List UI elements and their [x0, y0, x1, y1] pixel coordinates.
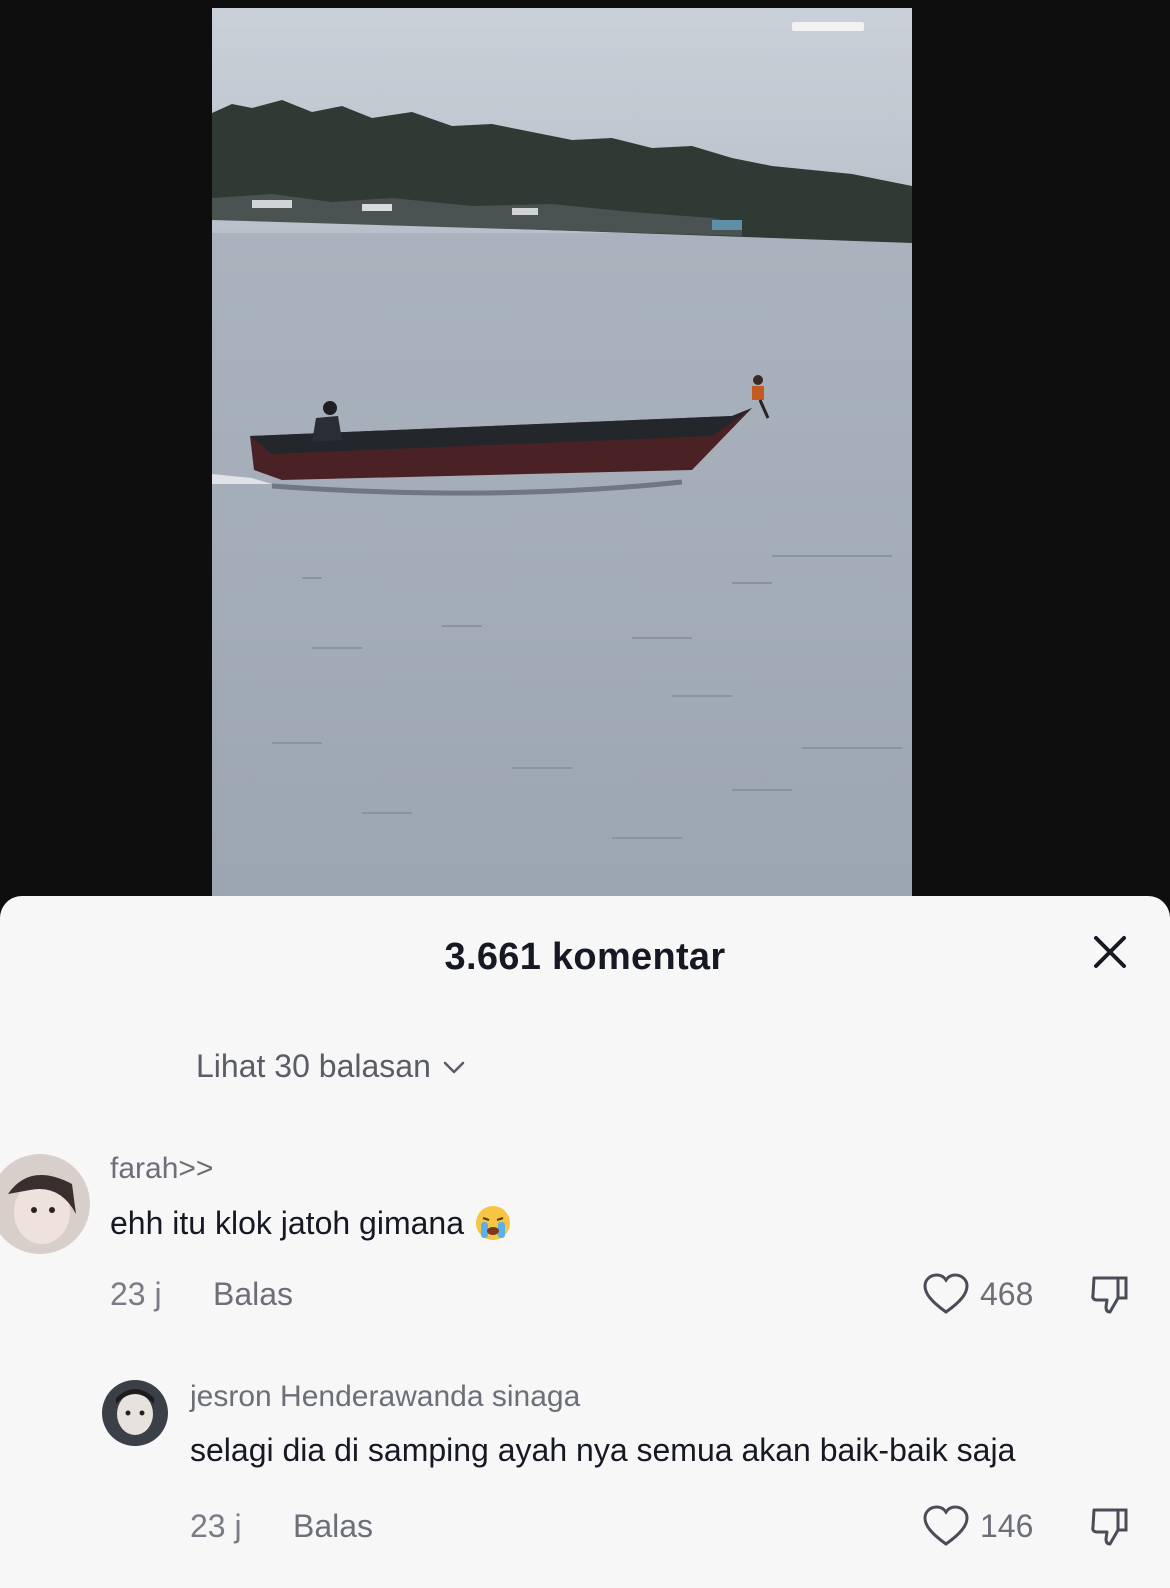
close-icon: [1094, 936, 1126, 968]
thumbs-down-icon: [1091, 1508, 1128, 1546]
reply-button[interactable]: Balas: [213, 1276, 293, 1313]
like-count: 468: [980, 1275, 1034, 1312]
reply-button[interactable]: Balas: [293, 1508, 373, 1545]
like-button[interactable]: 146: [922, 1504, 1033, 1548]
view-replies-label: Lihat 30 balasan: [196, 1048, 431, 1084]
like-button[interactable]: 468: [922, 1272, 1033, 1316]
comments-sheet: 3.661 komentar Lihat 30 balasan farah>> …: [0, 896, 1170, 1588]
comments-count-title: 3.661 komentar: [444, 936, 726, 978]
thumbs-down-icon: [1091, 1276, 1128, 1314]
comment-text-content: ehh itu klok jatoh gimana: [110, 1205, 464, 1241]
dislike-button[interactable]: [1088, 1272, 1132, 1321]
like-count: 146: [980, 1507, 1034, 1544]
comment-text: selagi dia di samping ayah nya semua aka…: [190, 1432, 1016, 1468]
comment-timestamp: 23 j: [110, 1276, 162, 1312]
video-frame-boat-scene: [212, 8, 912, 898]
comment-timestamp: 23 j: [190, 1508, 242, 1544]
video-player[interactable]: [212, 8, 912, 898]
comment-username[interactable]: jesron Henderawanda sinaga: [190, 1380, 580, 1414]
comment-text: ehh itu klok jatoh gimana: [110, 1204, 512, 1242]
video-progress-indicator: [792, 22, 864, 31]
avatar-image: [102, 1380, 168, 1446]
avatar[interactable]: [102, 1380, 168, 1446]
view-replies-button[interactable]: Lihat 30 balasan: [196, 1048, 467, 1085]
comment-username[interactable]: farah>>: [110, 1152, 213, 1186]
heart-icon: [923, 1505, 969, 1546]
avatar[interactable]: [0, 1154, 90, 1254]
crying-face-icon: [476, 1206, 510, 1240]
chevron-down-icon: [443, 1061, 465, 1073]
avatar-image: [0, 1154, 90, 1254]
dislike-button[interactable]: [1088, 1504, 1132, 1553]
close-button[interactable]: [1090, 932, 1130, 972]
heart-icon: [923, 1273, 969, 1314]
